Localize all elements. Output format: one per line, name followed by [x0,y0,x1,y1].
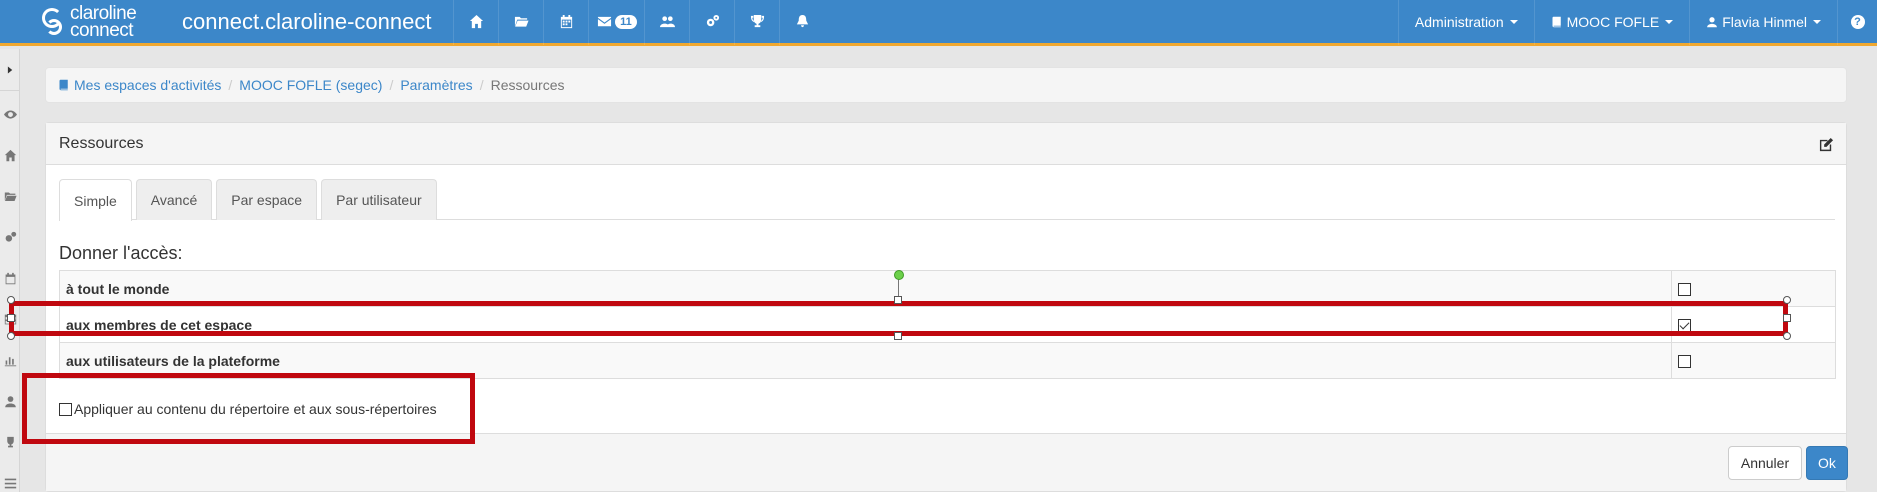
home-icon[interactable] [2,147,18,163]
breadcrumb-item-my-workspaces[interactable]: Mes espaces d'activités [58,77,221,93]
annotation-highlight-apply-option[interactable] [22,373,475,444]
breadcrumb: Mes espaces d'activités / MOOC FOFLE (se… [45,67,1847,103]
nav-icon-bar: 11 [453,0,824,45]
annotation-highlight-members-row[interactable] [9,301,1788,336]
user-name-label: Flavia Hinmel [1722,13,1807,30]
top-navbar: claroline connect connect.claroline-conn… [0,0,1877,46]
section-title: Donner l'accès: [59,243,183,263]
claroline-logo-icon [40,5,66,39]
help-button[interactable]: ? [1837,0,1877,45]
calendar-icon[interactable] [543,0,588,45]
cogs-icon[interactable] [689,0,734,45]
tab-advanced[interactable]: Avancé [135,179,213,220]
ok-button[interactable]: Ok [1806,446,1848,480]
folder-open-icon[interactable] [2,188,18,204]
eye-icon[interactable] [2,106,18,122]
breadcrumb-separator: / [228,77,233,93]
nav-right-menu: Administration MOOC FOFLE Flavia Hinmel … [1397,0,1877,45]
edit-icon[interactable] [1819,137,1834,152]
annotation-resize-handle[interactable] [7,332,15,340]
trophy-icon[interactable] [734,0,779,45]
bell-icon[interactable] [779,0,824,45]
book-icon [59,79,68,91]
chevron-right-icon [7,66,12,73]
panel-title: Ressources [59,134,144,152]
brand-line1: claroline [70,2,137,24]
breadcrumb-item-workspace[interactable]: MOOC FOFLE (segec) [239,77,382,93]
brand-logo[interactable]: claroline connect [0,0,170,45]
workspace-label: MOOC FOFLE [1566,13,1660,30]
administration-label: Administration [1414,13,1504,30]
left-sidebar [0,49,20,492]
bar-chart-icon[interactable] [2,352,18,368]
sidebar-toggle-button[interactable] [0,49,20,91]
cogs-icon[interactable] [2,229,18,245]
user-dropdown[interactable]: Flavia Hinmel [1689,0,1837,45]
brand-line2: connect [70,19,134,41]
users-icon[interactable] [644,0,689,45]
workspace-dropdown[interactable]: MOOC FOFLE [1533,0,1690,45]
trophy-icon[interactable] [2,434,18,450]
folder-icon[interactable] [498,0,543,45]
breadcrumb-separator: / [389,77,394,93]
annotation-resize-handle[interactable] [894,332,902,340]
tab-by-workspace[interactable]: Par espace [216,179,318,220]
annotation-resize-handle[interactable] [894,296,902,304]
annotation-resize-handle[interactable] [1783,296,1791,304]
administration-dropdown[interactable]: Administration [1397,0,1534,45]
table-cell [1671,342,1836,379]
cancel-button[interactable]: Annuler [1728,446,1802,480]
user-icon [1707,16,1718,27]
annotation-resize-handle[interactable] [7,314,15,322]
messages-button[interactable]: 11 [588,0,644,45]
book-icon [1552,16,1561,27]
home-icon[interactable] [453,0,498,45]
message-count-badge: 11 [615,14,637,29]
annotation-resize-handle[interactable] [1783,332,1791,340]
annotation-resize-handle[interactable] [1783,314,1791,322]
breadcrumb-item-parameters[interactable]: Paramètres [400,77,472,93]
caret-down-icon [1665,19,1674,24]
breadcrumb-item-current: Ressources [490,77,565,93]
calendar-icon[interactable] [2,270,18,286]
caret-down-icon [1813,19,1821,24]
tab-simple[interactable]: Simple [59,179,132,221]
checkbox-everyone[interactable] [1678,283,1691,297]
checkbox-platform-users[interactable] [1678,355,1691,369]
breadcrumb-separator: / [479,77,484,93]
site-title[interactable]: connect.claroline-connect [182,9,431,35]
panel-heading: Ressources [46,123,1846,165]
user-icon[interactable] [2,393,18,409]
caret-down-icon [1509,19,1518,24]
question-circle-icon: ? [1850,14,1865,29]
list-icon[interactable] [2,475,18,491]
annotation-resize-handle[interactable] [7,296,15,304]
tab-by-user[interactable]: Par utilisateur [321,179,437,220]
permission-tabs: Simple Avancé Par espace Par utilisateur [59,179,1835,221]
annotation-rotation-handle[interactable] [894,270,904,280]
envelope-icon [598,16,612,27]
